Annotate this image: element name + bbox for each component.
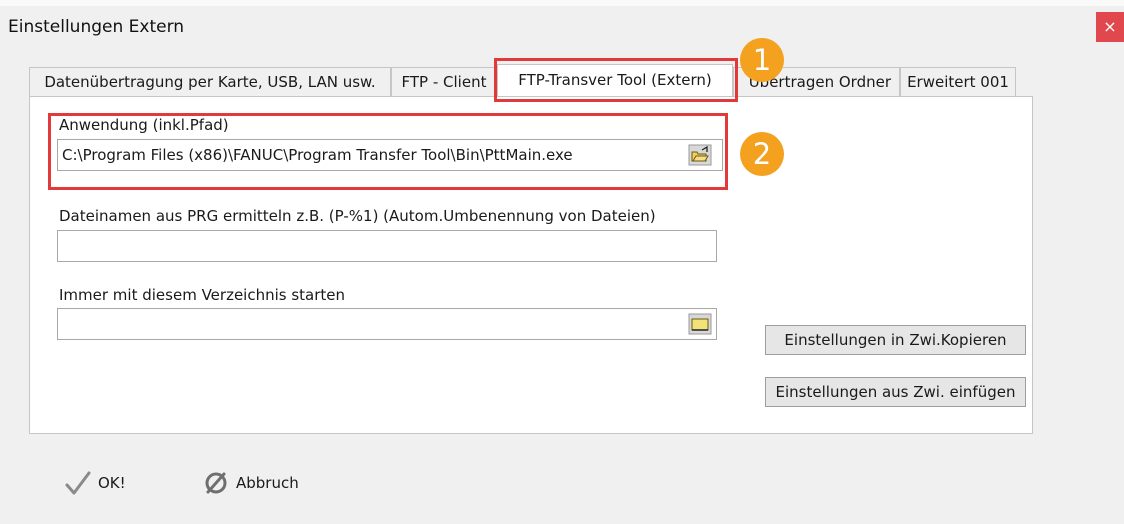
cancel-label: Abbruch <box>236 474 299 492</box>
title-bar-background <box>0 0 1124 6</box>
browse-directory-button[interactable] <box>688 313 712 335</box>
tab-ftp-client[interactable]: FTP - Client <box>391 67 497 97</box>
open-folder-icon <box>688 144 712 166</box>
folder-icon <box>688 313 712 335</box>
start-directory-label: Immer mit diesem Verzeichnis starten <box>59 286 346 304</box>
filename-pattern-field[interactable] <box>57 230 717 262</box>
tab-datenuebertragung[interactable]: Datenübertragung per Karte, USB, LAN usw… <box>29 67 391 97</box>
close-button[interactable]: × <box>1096 12 1124 42</box>
ok-button[interactable]: OK! <box>64 466 126 500</box>
annotation-badge-2: 2 <box>740 132 784 176</box>
filename-pattern-label: Dateinamen aus PRG ermitteln z.B. (P-%1)… <box>59 207 656 225</box>
cancel-icon <box>205 472 227 494</box>
cancel-button[interactable]: Abbruch <box>202 466 299 500</box>
application-path-field[interactable]: C:\Program Files (x86)\FANUC\Program Tra… <box>57 139 723 171</box>
copy-settings-button[interactable]: Einstellungen in Zwi.Kopieren <box>765 325 1026 355</box>
checkmark-icon <box>65 471 91 495</box>
paste-settings-button[interactable]: Einstellungen aus Zwi. einfügen <box>765 377 1026 407</box>
application-label: Anwendung (inkl.Pfad) <box>59 116 229 134</box>
open-folder-button[interactable] <box>688 144 712 166</box>
annotation-badge-1: 1 <box>740 38 784 82</box>
window-title: Einstellungen Extern <box>8 17 185 37</box>
ok-label: OK! <box>98 474 126 492</box>
tab-ftp-transver-tool[interactable]: FTP-Transver Tool (Extern) <box>497 64 733 96</box>
tab-erweitert-001[interactable]: Erweitert 001 <box>900 67 1016 97</box>
start-directory-field[interactable] <box>57 308 717 340</box>
